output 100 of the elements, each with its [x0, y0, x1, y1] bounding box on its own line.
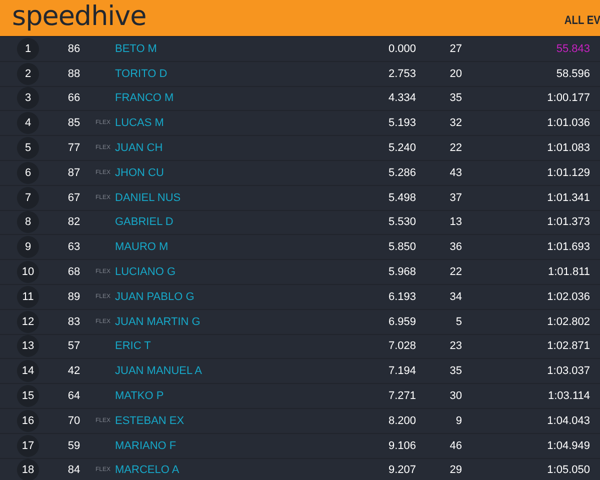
driver-name[interactable]: MARCELO A — [114, 464, 284, 476]
kart-number: 42 — [68, 365, 80, 378]
position-badge: 6 — [17, 162, 39, 184]
driver-name[interactable]: TORITO D — [114, 68, 284, 80]
best-lap-time: 1:01.083 — [547, 142, 590, 154]
position-badge: 17 — [17, 434, 39, 457]
lap-count: 5 — [456, 316, 463, 328]
gap-time: 5.530 — [388, 216, 416, 228]
lap-count: 22 — [450, 142, 463, 154]
position-badge: 4 — [17, 112, 39, 134]
driver-name[interactable]: MATKO P — [114, 390, 284, 402]
driver-name[interactable]: ESTEBAN EX — [114, 414, 284, 427]
driver-name[interactable]: BETO M — [114, 42, 284, 55]
driver-name[interactable]: JUAN MARTIN G — [114, 316, 284, 328]
gap-time: 9.207 — [388, 464, 416, 476]
best-lap-time: 1:01.811 — [548, 266, 590, 278]
lap-count: 36 — [450, 241, 463, 254]
lap-count: 30 — [450, 390, 463, 402]
best-lap-time: 1:04.043 — [547, 414, 590, 427]
kart-number: 59 — [68, 440, 80, 452]
driver-name[interactable]: MARIANO F — [114, 440, 284, 452]
best-lap-time: 1:05.050 — [547, 464, 590, 476]
best-lap-time: 1:01.373 — [547, 216, 590, 228]
driver-name[interactable]: GABRIEL D — [114, 216, 284, 228]
gap-time: 6.193 — [388, 290, 416, 303]
best-lap-time: 1:01.693 — [547, 241, 590, 254]
best-lap-time: 1:02.871 — [547, 340, 590, 352]
gap-time: 0.000 — [388, 42, 416, 55]
position-badge: 7 — [17, 186, 39, 209]
position-badge: 5 — [17, 137, 39, 160]
driver-name[interactable]: JUAN CH — [114, 142, 284, 154]
gap-time: 2.753 — [388, 68, 416, 80]
gap-time: 5.193 — [388, 117, 416, 130]
driver-name[interactable]: JUAN PABLO G — [114, 290, 284, 303]
kart-number: 70 — [68, 414, 80, 427]
lap-count: 13 — [450, 216, 463, 228]
driver-name[interactable]: DANIEL NUS — [114, 192, 284, 204]
driver-name[interactable]: ERIC T — [114, 340, 284, 352]
gap-time: 5.286 — [388, 166, 416, 179]
lap-count: 23 — [450, 340, 463, 352]
driver-name[interactable]: JHON CU — [114, 166, 284, 179]
best-lap-time: 1:02.802 — [547, 316, 590, 328]
position-badge: 3 — [17, 87, 39, 110]
gap-time: 4.334 — [388, 92, 416, 104]
best-lap-time: 58.596 — [556, 68, 590, 80]
driver-name[interactable]: JUAN MANUEL A — [114, 365, 284, 378]
lap-count: 32 — [450, 117, 463, 130]
driver-name[interactable]: LUCIANO G — [114, 266, 284, 278]
driver-name[interactable]: MAURO M — [114, 241, 284, 254]
lap-count: 46 — [450, 440, 463, 452]
kart-number: 64 — [68, 390, 80, 402]
kart-number: 85 — [68, 117, 80, 130]
kart-number: 82 — [68, 216, 80, 228]
best-lap-time: 1:03.114 — [548, 390, 590, 402]
kart-number: 89 — [68, 290, 80, 303]
driver-name[interactable]: LUCAS M — [114, 117, 284, 130]
best-lap-time: 1:04.949 — [547, 440, 590, 452]
best-lap-time: 1:00.177 — [547, 92, 590, 104]
gap-time: 5.850 — [388, 241, 416, 254]
position-badge: 13 — [17, 335, 39, 358]
position-badge: 1 — [17, 38, 39, 60]
position-badge: 15 — [17, 385, 39, 408]
lap-count: 35 — [450, 365, 463, 378]
kart-number: 86 — [68, 42, 80, 55]
position-badge: 18 — [17, 459, 39, 480]
gap-time: 7.271 — [388, 390, 416, 402]
best-lap-time: 1:03.037 — [547, 365, 590, 378]
kart-number: 63 — [68, 241, 80, 254]
lap-count: 20 — [450, 68, 463, 80]
position-badge: 14 — [17, 360, 39, 382]
kart-number: 83 — [68, 316, 80, 328]
lap-count: 27 — [450, 42, 463, 55]
best-lap-time: 55.843 — [556, 42, 590, 55]
gap-time: 5.968 — [388, 266, 416, 278]
logo[interactable]: speedhive — [12, 0, 146, 32]
lap-count: 9 — [456, 414, 463, 427]
lap-count: 35 — [450, 92, 463, 104]
kart-number: 67 — [68, 192, 80, 204]
gap-time: 8.200 — [388, 414, 416, 427]
lap-count: 34 — [450, 290, 463, 303]
position-badge: 2 — [17, 62, 39, 85]
kart-number: 84 — [68, 464, 80, 476]
kart-number: 57 — [68, 340, 80, 352]
nav-link[interactable]: ALL EV — [564, 13, 600, 27]
gap-time: 6.959 — [388, 316, 416, 328]
lap-count: 43 — [450, 166, 463, 179]
kart-number: 88 — [68, 68, 80, 80]
kart-number: 68 — [68, 266, 80, 278]
position-badge: 9 — [17, 236, 39, 258]
kart-number: 77 — [68, 142, 80, 154]
gap-time: 9.106 — [388, 440, 416, 452]
best-lap-time: 1:01.129 — [547, 166, 590, 179]
gap-time: 5.240 — [388, 142, 416, 154]
driver-name[interactable]: FRANCO M — [114, 92, 284, 104]
gap-time: 5.498 — [388, 192, 416, 204]
gap-time: 7.028 — [388, 340, 416, 352]
position-badge: 11 — [17, 286, 39, 308]
best-lap-time: 1:02.036 — [547, 290, 590, 303]
position-badge: 10 — [17, 261, 39, 284]
kart-number: 87 — [68, 166, 80, 179]
